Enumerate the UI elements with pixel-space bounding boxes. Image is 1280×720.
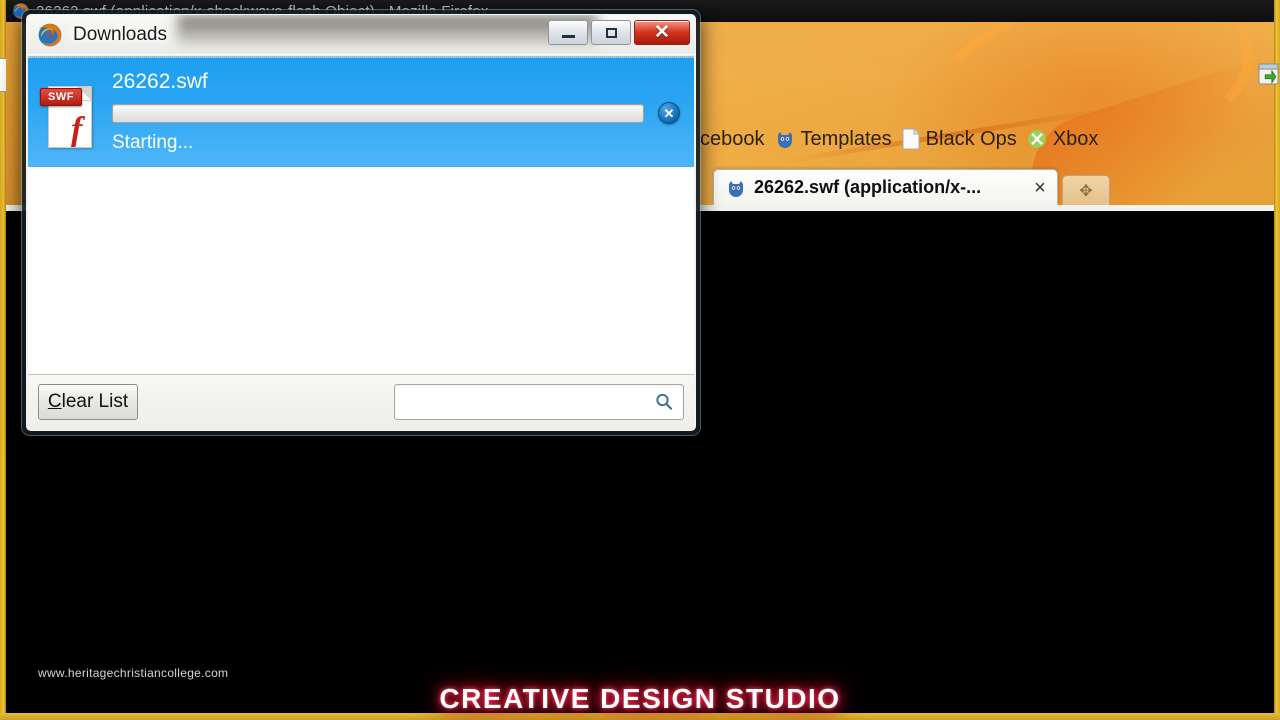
restore-icon — [605, 27, 617, 38]
downloads-dialog: Downloads ✕ f SWF 26262.swf ✕ Starting..… — [22, 10, 700, 435]
clear-list-label: lear List — [61, 391, 129, 412]
download-status: Starting... — [112, 132, 194, 153]
window-frame-right — [1274, 0, 1280, 720]
minimize-icon — [561, 34, 575, 38]
blue-monster-favicon — [726, 178, 746, 198]
search-input[interactable] — [403, 393, 653, 411]
blue-monster-favicon — [775, 129, 795, 149]
dialog-footer: Clear List — [28, 374, 694, 429]
bookmark-label: cebook — [700, 127, 765, 150]
bookmark-label: Black Ops — [925, 127, 1017, 150]
swf-file-icon: f SWF — [40, 80, 98, 154]
dialog-title: Downloads — [73, 23, 167, 45]
bookmark-item-xbox[interactable]: Xbox — [1027, 127, 1099, 151]
download-list-item[interactable]: f SWF 26262.swf ✕ Starting... — [28, 57, 694, 167]
bookmark-label: Xbox — [1052, 127, 1099, 150]
download-progress-row: ✕ — [112, 102, 680, 124]
bookmark-item-facebook[interactable]: cebook — [700, 128, 765, 151]
downloads-list: f SWF 26262.swf ✕ Starting... — [28, 56, 694, 374]
watermark-center: CREATIVE DESIGN STUDIO — [439, 683, 841, 714]
restore-button[interactable] — [591, 20, 631, 45]
close-icon: ✕ — [654, 22, 670, 43]
download-filename: 26262.swf — [112, 70, 208, 93]
bookmark-label: Templates — [800, 127, 892, 150]
bookmarks-bar: cebook Templates Black Ops Xbox — [700, 124, 1098, 154]
close-icon[interactable]: × — [1031, 178, 1049, 198]
download-info: 26262.swf ✕ Starting... — [98, 68, 680, 156]
clear-list-button[interactable]: Clear List — [38, 384, 138, 420]
blank-page-favicon — [902, 128, 920, 150]
xbox-favicon — [1027, 129, 1047, 149]
firefox-icon — [37, 22, 63, 48]
close-button[interactable]: ✕ — [634, 20, 690, 45]
minimize-button[interactable] — [548, 20, 588, 45]
window-controls: ✕ — [548, 20, 690, 45]
downloads-dialog-body: Downloads ✕ f SWF 26262.swf ✕ Starting..… — [26, 14, 696, 431]
download-progress-bar — [112, 103, 644, 123]
watermark-left: www.heritagechristiancollege.com — [38, 666, 229, 680]
tab-26262-swf[interactable]: 26262.swf (application/x-... × — [713, 169, 1058, 205]
new-tab-button[interactable]: ✥ — [1062, 175, 1110, 205]
tab-title: 26262.swf (application/x-... — [754, 177, 982, 197]
bookmark-item-templates[interactable]: Templates — [775, 128, 892, 151]
clear-list-accel: C — [47, 391, 62, 412]
downloads-search-box[interactable] — [394, 384, 684, 420]
screen-root: 26262.swf (application/x-shockwave-flash… — [0, 0, 1280, 720]
download-tray-icon[interactable] — [1256, 60, 1280, 90]
bookmark-item-black-ops[interactable]: Black Ops — [902, 128, 1017, 151]
dialog-titlebar[interactable]: Downloads ✕ — [27, 15, 695, 55]
cancel-download-icon[interactable]: ✕ — [658, 102, 680, 124]
search-icon[interactable] — [653, 391, 675, 413]
swf-badge: SWF — [40, 88, 82, 106]
flash-logo-glyph: f — [71, 111, 83, 148]
